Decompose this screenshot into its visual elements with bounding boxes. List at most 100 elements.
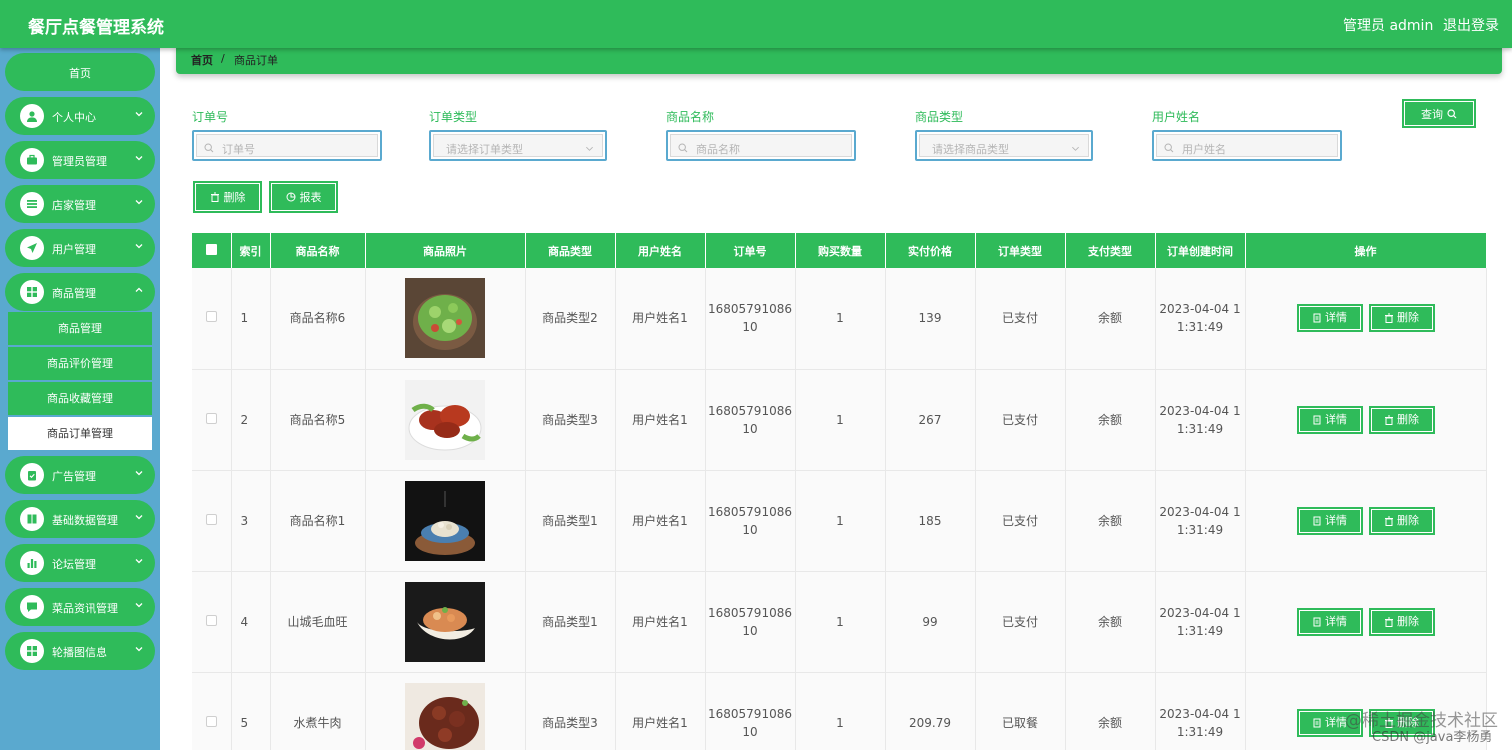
trash-icon [210, 192, 219, 202]
cell-order-type: 已取餐 [975, 672, 1066, 750]
sidebar-item-basic-data[interactable]: 基础数据管理 [5, 500, 155, 538]
cell-actions: 详情 删除 [1245, 369, 1487, 471]
row-checkbox[interactable] [205, 513, 217, 525]
column-header-price: 实付价格 [885, 233, 976, 268]
detail-button[interactable]: 详情 [1296, 607, 1363, 636]
row-checkbox[interactable] [205, 715, 217, 727]
cell-user-name: 用户姓名1 [615, 268, 706, 370]
row-select-cell[interactable] [192, 672, 232, 750]
chevron-down-icon [135, 559, 143, 564]
report-button[interactable]: 报表 [269, 181, 338, 213]
row-checkbox[interactable] [205, 412, 217, 424]
row-delete-button[interactable]: 删除 [1368, 607, 1435, 636]
detail-button[interactable]: 详情 [1296, 506, 1363, 535]
cell-product-photo [365, 369, 526, 471]
cell-order-type: 已支付 [975, 268, 1066, 370]
detail-button[interactable]: 详情 [1296, 405, 1363, 434]
cell-index: 2 [231, 369, 271, 471]
cell-order-no: 1680579108610 [705, 268, 796, 370]
cell-product-type: 商品类型2 [525, 268, 616, 370]
sidebar-item-label: 论坛管理 [52, 558, 96, 571]
trash-icon [1385, 617, 1393, 627]
document-icon [1313, 617, 1321, 626]
table-row: 3 商品名称1 商品类型1 用户姓名1 1680579108610 1 185 … [192, 470, 1487, 572]
row-delete-label: 删除 [1397, 311, 1419, 325]
sidebar-item-admin-management[interactable]: 管理员管理 [5, 141, 155, 179]
logout-link[interactable]: 退出登录 [1443, 15, 1499, 35]
submenu-item-product-favorite[interactable]: 商品收藏管理 [8, 382, 152, 415]
cell-quantity: 1 [795, 268, 886, 370]
grid-icon [20, 280, 44, 304]
submenu-item-product-order[interactable]: 商品订单管理 [8, 417, 152, 450]
batch-delete-label: 删除 [223, 191, 246, 204]
row-delete-label: 删除 [1397, 513, 1419, 527]
row-delete-button[interactable]: 删除 [1368, 506, 1435, 535]
breadcrumb: 首页 / 商品订单 [176, 44, 1502, 74]
sidebar-item-product-management[interactable]: 商品管理 [5, 273, 155, 311]
submenu-item-product-review[interactable]: 商品评价管理 [8, 347, 152, 380]
detail-label: 详情 [1325, 614, 1347, 628]
cell-quantity: 1 [795, 672, 886, 750]
cell-order-no: 1680579108610 [705, 571, 796, 673]
trash-icon [1385, 516, 1393, 526]
book-icon [20, 507, 44, 531]
sidebar-item-ad-management[interactable]: 广告管理 [5, 456, 155, 494]
chevron-down-icon [135, 471, 143, 476]
search-icon [1164, 143, 1174, 153]
clipboard-icon [20, 463, 44, 487]
column-header-user-name: 用户姓名 [615, 233, 706, 268]
cell-quantity: 1 [795, 369, 886, 471]
watermark-csdn: CSDN @java李杨勇 [1372, 730, 1493, 745]
order-no-input[interactable]: 订单号 [192, 130, 382, 161]
sidebar-item-label: 首页 [69, 67, 91, 80]
cell-created-time: 2023-04-04 11:31:49 [1155, 268, 1246, 370]
row-checkbox[interactable] [205, 614, 217, 626]
detail-button[interactable]: 详情 [1296, 304, 1363, 333]
order-no-placeholder: 订单号 [222, 143, 255, 156]
batch-delete-button[interactable]: 删除 [193, 181, 262, 213]
cell-product-name: 商品名称6 [270, 268, 366, 370]
select-all-checkbox[interactable] [205, 243, 217, 255]
pie-chart-icon [286, 192, 295, 202]
order-type-select[interactable]: 请选择订单类型 [429, 130, 607, 161]
sidebar-item-home[interactable]: 首页 [5, 53, 155, 91]
sidebar-item-dish-news[interactable]: 菜品资讯管理 [5, 588, 155, 626]
select-all-cell[interactable] [192, 233, 232, 268]
sidebar-item-personal-center[interactable]: 个人中心 [5, 97, 155, 135]
sidebar-item-label: 管理员管理 [52, 155, 107, 168]
chevron-down-icon [135, 244, 143, 249]
sidebar-item-carousel[interactable]: 轮播图信息 [5, 632, 155, 670]
query-button-label: 查询 [1421, 107, 1443, 121]
breadcrumb-home[interactable]: 首页 [191, 52, 213, 68]
cell-pay-type: 余额 [1065, 672, 1156, 750]
sidebar-item-label: 用户管理 [52, 243, 96, 256]
cell-order-type: 已支付 [975, 571, 1066, 673]
trash-icon [1385, 313, 1393, 324]
product-name-input[interactable]: 商品名称 [666, 130, 856, 161]
cell-order-type: 已支付 [975, 470, 1066, 572]
cell-order-no: 1680579108610 [705, 672, 796, 750]
sidebar-item-forum-management[interactable]: 论坛管理 [5, 544, 155, 582]
row-select-cell[interactable] [192, 268, 232, 370]
table-row: 1 商品名称6 商品类型2 用户姓名1 1680579108610 1 139 … [192, 268, 1487, 370]
submenu-item-product-management[interactable]: 商品管理 [8, 312, 152, 345]
cell-user-name: 用户姓名1 [615, 369, 706, 471]
query-button[interactable]: 查询 [1402, 99, 1476, 128]
row-delete-button[interactable]: 删除 [1368, 405, 1435, 434]
row-delete-button[interactable]: 删除 [1368, 304, 1435, 333]
sidebar-item-user-management[interactable]: 用户管理 [5, 229, 155, 267]
row-select-cell[interactable] [192, 369, 232, 471]
user-name-input[interactable]: 用户姓名 [1152, 130, 1342, 161]
row-checkbox[interactable] [205, 311, 217, 323]
breadcrumb-current: 商品订单 [234, 54, 278, 67]
product-type-select[interactable]: 请选择商品类型 [915, 130, 1093, 161]
cell-product-photo [365, 470, 526, 572]
row-select-cell[interactable] [192, 470, 232, 572]
chevron-down-icon [135, 200, 143, 205]
table-row: 4 山城毛血旺 商品类型1 用户姓名1 1680579108610 1 99 已… [192, 571, 1487, 673]
plated-dish-icon [405, 480, 485, 561]
row-select-cell[interactable] [192, 571, 232, 673]
row-delete-label: 删除 [1397, 412, 1419, 426]
sidebar-item-store-management[interactable]: 店家管理 [5, 185, 155, 223]
cell-index: 4 [231, 571, 271, 673]
